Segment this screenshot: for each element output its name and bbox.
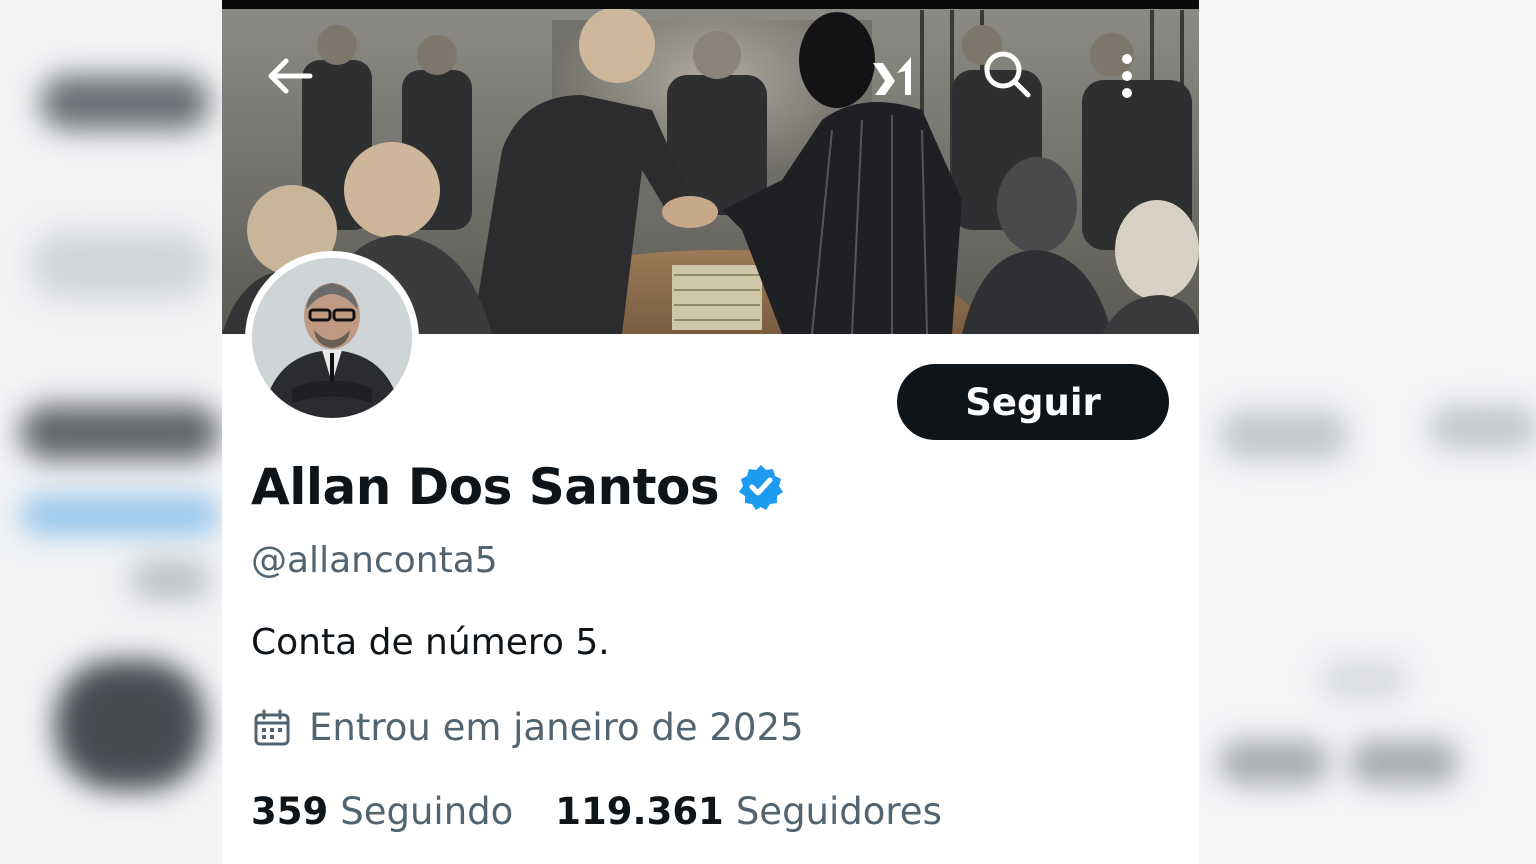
join-date: Entrou em janeiro de 2025 [253,706,804,749]
top-edge-strip [222,0,1199,9]
calendar-icon [254,709,290,745]
blurred-background-right [1199,0,1536,864]
more-options-button[interactable] [1097,46,1157,106]
more-vertical-icon [1122,54,1132,98]
profile-handle: @allanconta5 [251,540,498,581]
followers-link[interactable]: 119.361 Seguidores [555,790,942,833]
followers-count: 119.361 [555,790,724,833]
join-date-text: Entrou em janeiro de 2025 [309,706,804,749]
following-label: Seguindo [340,790,514,833]
profile-avatar[interactable] [245,251,419,425]
profile-card: Seguir Allan Dos Santos @allanconta5 Con… [222,0,1199,864]
back-button[interactable] [260,46,320,106]
profile-bio: Conta de número 5. [251,622,610,663]
avatar-photo [252,258,412,418]
name-row: Allan Dos Santos [251,458,785,516]
grok-logo-icon [873,57,911,95]
follow-stats: 359 Seguindo 119.361 Seguidores [251,790,942,833]
verified-badge-icon[interactable] [737,463,785,511]
arrow-left-icon [268,58,313,94]
followers-label: Seguidores [735,790,942,833]
following-count: 359 [251,790,329,833]
display-name: Allan Dos Santos [251,458,720,516]
search-button[interactable] [977,44,1037,104]
search-icon [984,51,1031,98]
follow-button[interactable]: Seguir [897,364,1169,440]
grok-button[interactable] [862,46,922,106]
following-link[interactable]: 359 Seguindo [251,790,513,833]
blurred-background-left [0,0,222,864]
